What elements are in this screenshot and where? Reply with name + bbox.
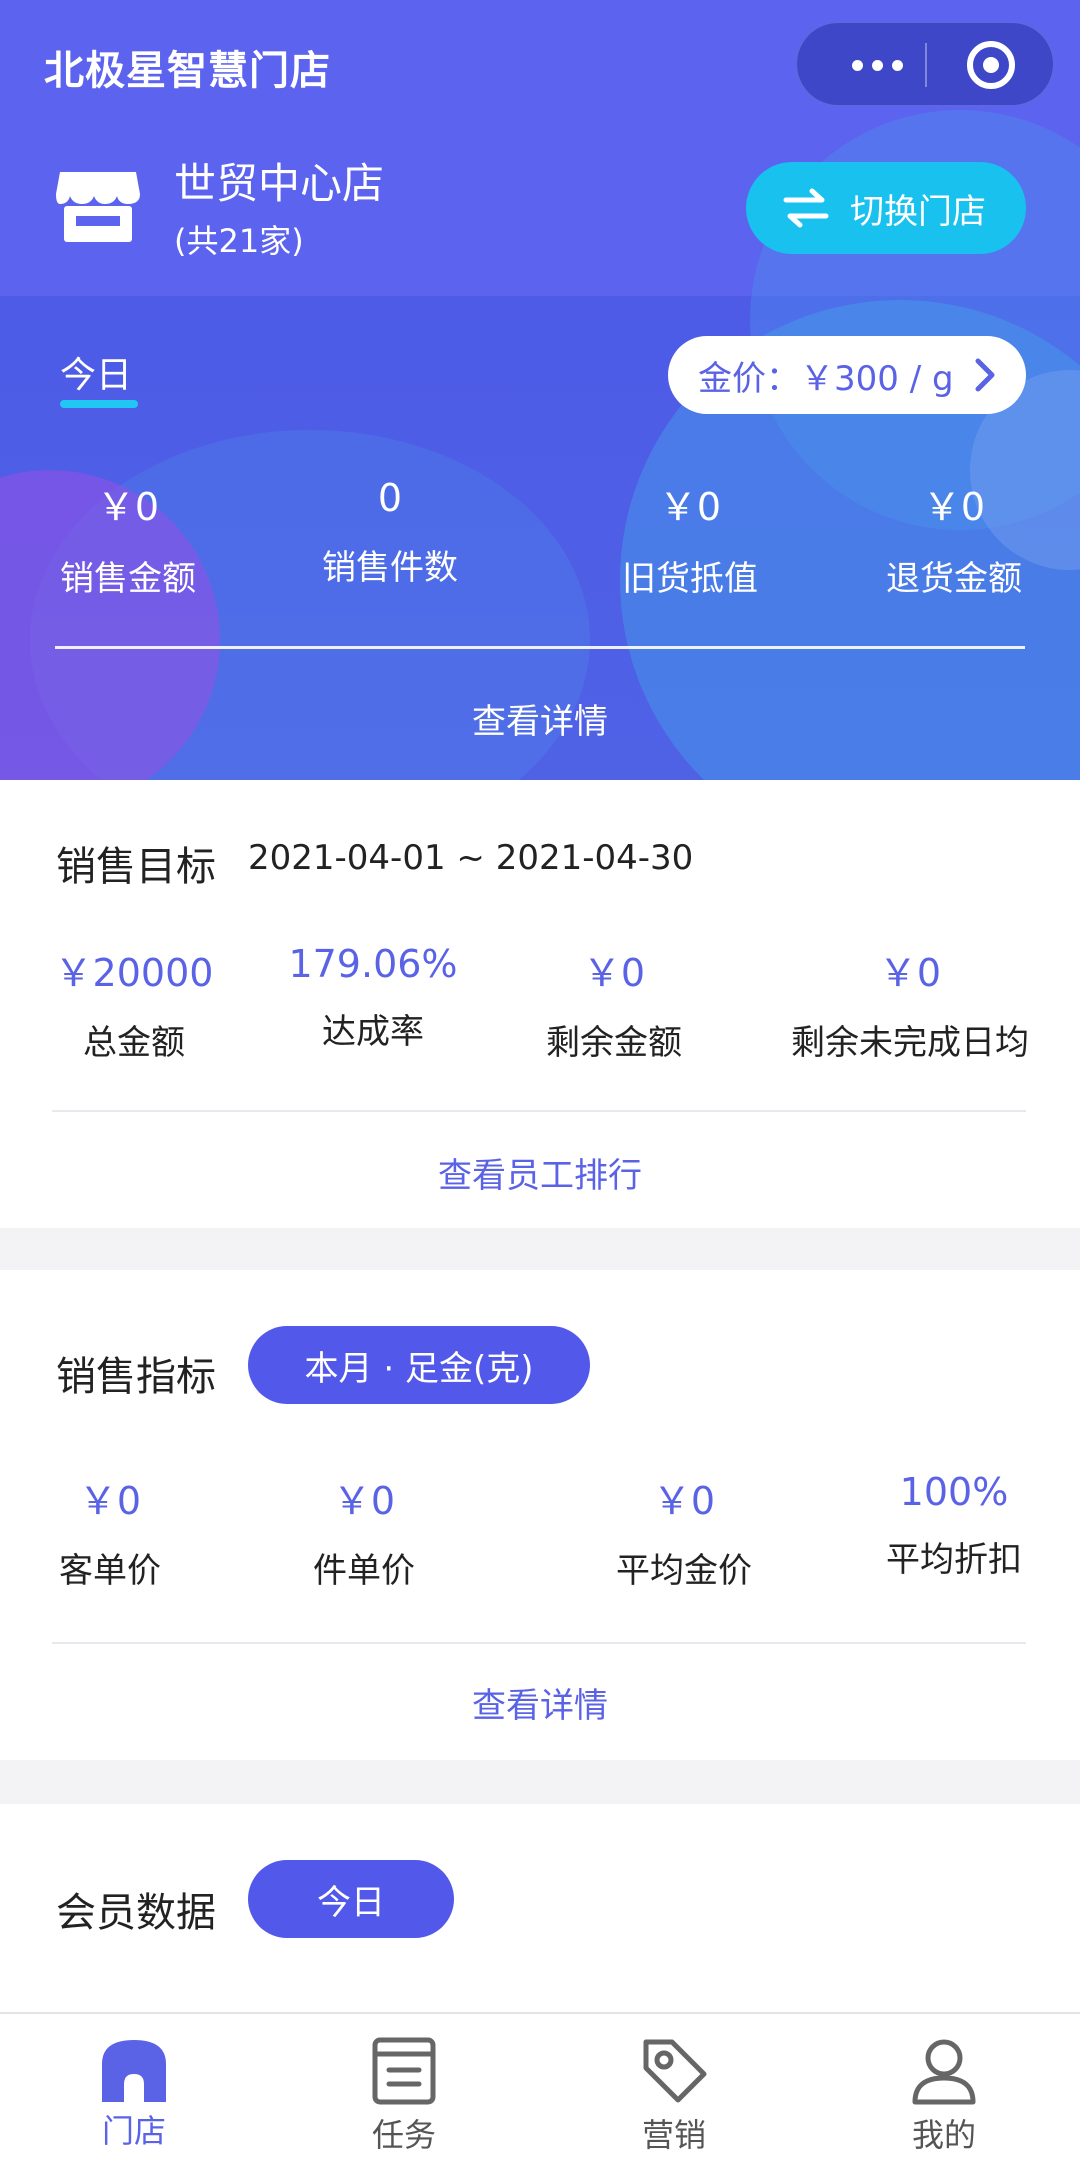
stat-value: ￥0 — [96, 485, 160, 529]
sales-target-card: 销售目标 2021-04-01 ~ 2021-04-30 ￥20000 总金额 … — [0, 780, 1080, 1228]
gold-price-button[interactable]: 金价：￥300 / g — [668, 336, 1026, 414]
store-count: (共21家) — [174, 222, 304, 260]
stat-value: ￥0 — [658, 485, 722, 529]
metric-value: ￥0 — [652, 1479, 716, 1523]
section-title: 销售目标 — [56, 844, 216, 890]
capsule-divider — [925, 43, 927, 87]
stat-sales-count: 0 销售件数 — [280, 476, 500, 589]
metric-remaining-amount: ￥0 剩余金额 — [484, 942, 744, 1064]
tab-mine[interactable]: 我的 — [844, 2024, 1044, 2154]
stat-label: 退货金额 — [886, 559, 1022, 599]
store-name: 世贸中心店 — [174, 159, 385, 208]
tag-icon — [643, 2039, 707, 2103]
tab-label: 任务 — [371, 2116, 436, 2154]
tab-label: 营销 — [641, 2116, 706, 2154]
close-target-icon[interactable] — [967, 41, 1015, 89]
metric-label: 平均金价 — [616, 1551, 752, 1591]
stat-label: 销售金额 — [60, 559, 196, 599]
metric-value: ￥0 — [332, 1479, 396, 1523]
view-staff-ranking-link[interactable]: 查看员工排行 — [0, 1148, 1080, 1197]
miniapp-capsule — [796, 22, 1054, 106]
stat-value: ￥0 — [922, 485, 986, 529]
view-details-link[interactable]: 查看详情 — [0, 1678, 1080, 1727]
metric-value: 100% — [899, 1470, 1009, 1514]
metric-avg-discount: 100% 平均折扣 — [824, 1470, 1080, 1581]
store-icon — [102, 2040, 166, 2102]
metric-label: 总金额 — [83, 1023, 185, 1063]
divider — [55, 646, 1025, 649]
member-period-filter-button[interactable]: 今日 — [248, 1860, 454, 1938]
tab-label: 门店 — [101, 2112, 166, 2150]
metric-label: 件单价 — [313, 1551, 415, 1591]
stat-sales-amount: ￥0 销售金额 — [18, 476, 238, 600]
metric-label: 剩余未完成日均 — [791, 1023, 1029, 1063]
more-icon[interactable] — [827, 23, 927, 107]
divider — [52, 1642, 1026, 1644]
metric-label: 剩余金额 — [546, 1023, 682, 1063]
task-icon — [372, 2037, 436, 2105]
chevron-right-icon — [975, 358, 995, 392]
period-filter-button[interactable]: 本月 · 足金(克) — [248, 1326, 590, 1404]
metric-total-amount: ￥20000 总金额 — [4, 942, 264, 1064]
metric-avg-item-price: ￥0 件单价 — [234, 1470, 494, 1592]
section-gap — [0, 1760, 1080, 1804]
divider — [52, 1110, 1026, 1112]
section-title: 销售指标 — [56, 1354, 216, 1400]
date-range: 2021-04-01 ~ 2021-04-30 — [248, 838, 694, 878]
switch-store-label: 切换门店 — [850, 191, 986, 232]
stat-value: 0 — [377, 476, 403, 520]
metric-label: 达成率 — [322, 1012, 424, 1052]
metric-value: ￥20000 — [54, 951, 214, 995]
tab-active-indicator — [60, 400, 138, 408]
gold-price-text: 金价：￥300 / g — [698, 358, 954, 399]
section-title: 会员数据 — [56, 1890, 216, 1936]
stat-label: 旧货抵值 — [622, 559, 758, 599]
metric-avg-order-value: ￥0 客单价 — [0, 1470, 240, 1592]
metric-remaining-daily-avg: ￥0 剩余未完成日均 — [770, 942, 1050, 1064]
metric-label: 平均折扣 — [886, 1540, 1022, 1580]
sales-index-card: 销售指标 本月 · 足金(克) ￥0 客单价 ￥0 件单价 ￥0 平均金价 10… — [0, 1270, 1080, 1760]
bottom-tab-bar: 门店 任务 营销 我的 — [0, 2012, 1080, 2158]
metric-value: ￥0 — [878, 951, 942, 995]
app-title: 北极星智慧门店 — [44, 48, 331, 94]
user-icon — [912, 2039, 976, 2105]
metric-value: ￥0 — [582, 951, 646, 995]
stat-label: 销售件数 — [322, 548, 458, 588]
storefront-icon — [56, 172, 140, 242]
metric-avg-gold-price: ￥0 平均金价 — [554, 1470, 814, 1592]
switch-arrows-icon — [783, 188, 829, 228]
store-header: 北极星智慧门店 世贸中心店 (共21家) 切换门店 今日 金价：￥300 / g… — [0, 0, 1080, 780]
metric-label: 客单价 — [59, 1551, 161, 1591]
tab-label: 我的 — [911, 2116, 976, 2154]
stat-tradein-value: ￥0 旧货抵值 — [580, 476, 800, 600]
metric-achievement-rate: 179.06% 达成率 — [243, 942, 503, 1053]
switch-store-button[interactable]: 切换门店 — [746, 162, 1026, 254]
section-gap — [0, 1228, 1080, 1270]
metric-value: ￥0 — [78, 1479, 142, 1523]
stat-refund-amount: ￥0 退货金额 — [844, 476, 1064, 600]
metric-value: 179.06% — [288, 942, 458, 986]
tab-marketing[interactable]: 营销 — [574, 2024, 774, 2154]
tab-store[interactable]: 门店 — [34, 2024, 234, 2154]
tab-today[interactable]: 今日 — [60, 346, 132, 398]
member-data-card: 会员数据 今日 — [0, 1804, 1080, 2012]
view-details-link[interactable]: 查看详情 — [0, 694, 1080, 743]
tab-task[interactable]: 任务 — [304, 2024, 504, 2154]
